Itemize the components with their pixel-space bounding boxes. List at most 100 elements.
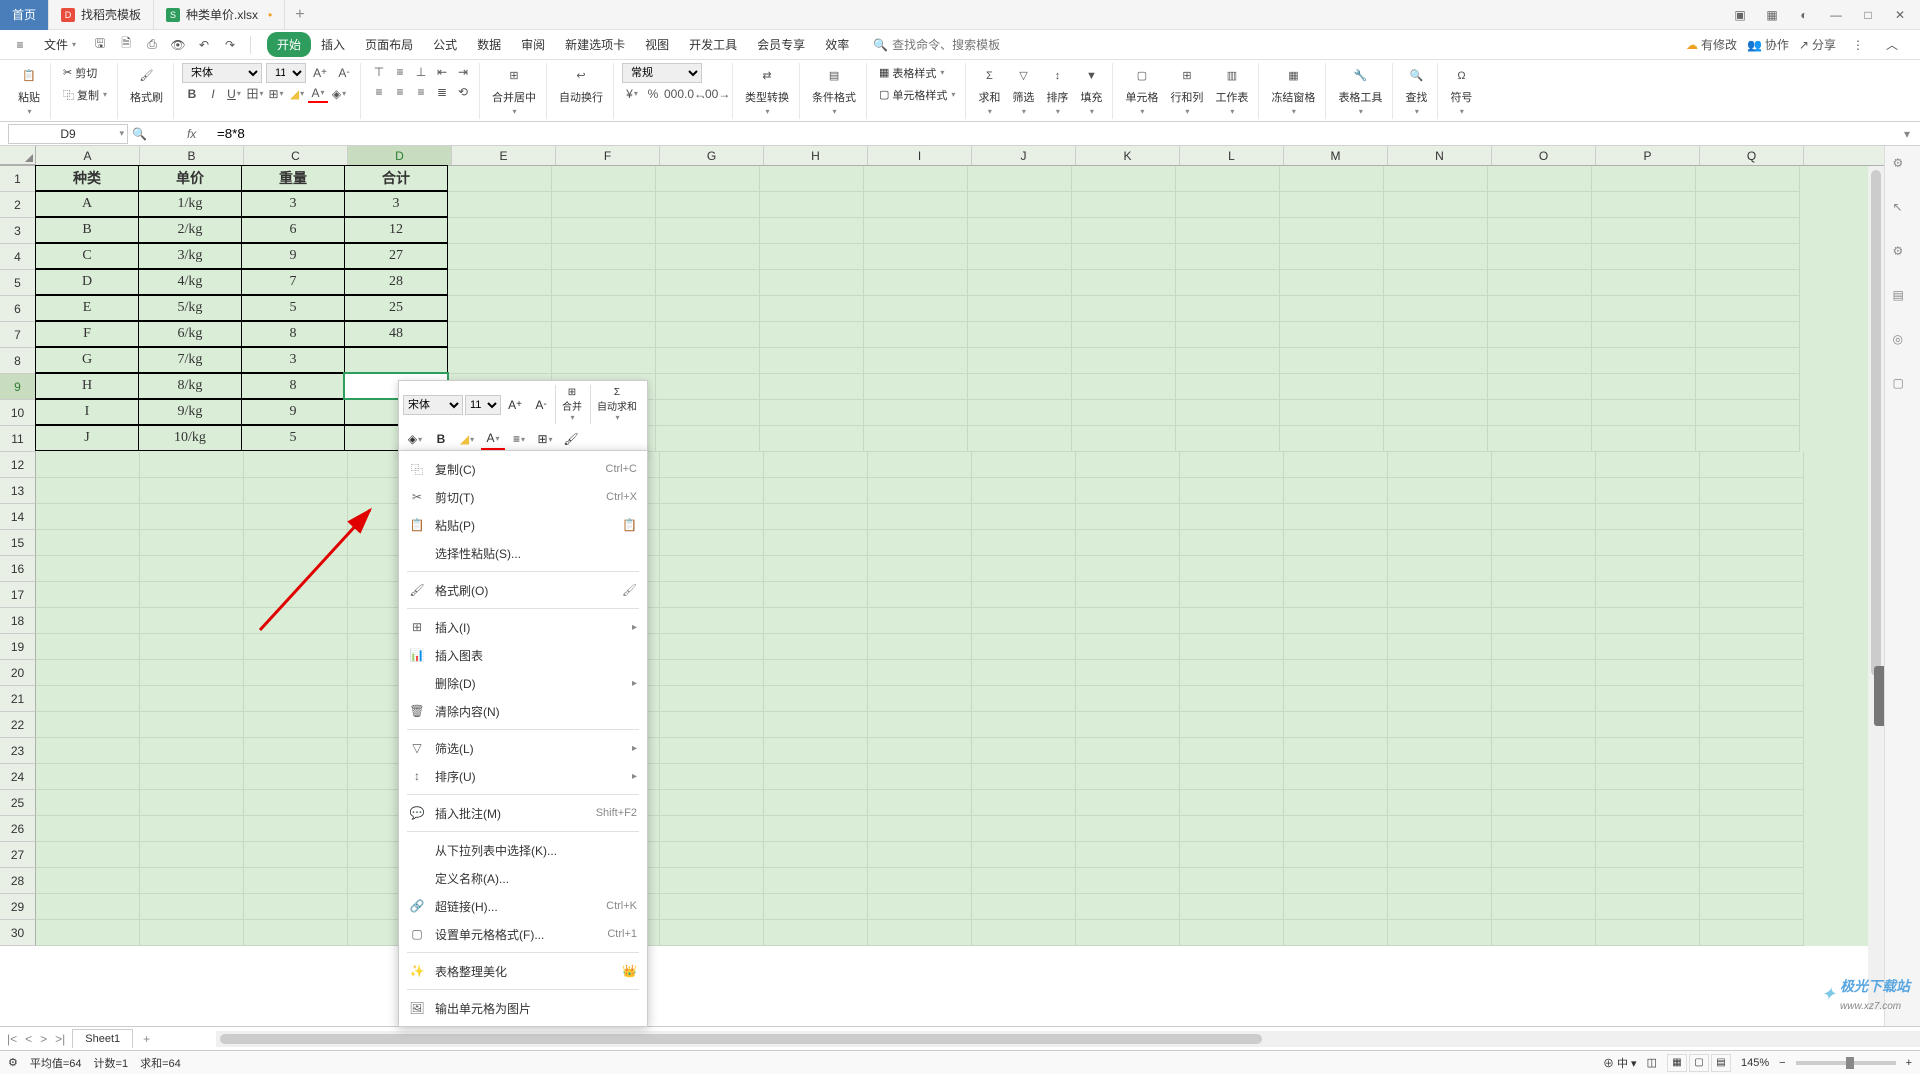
cell[interactable]	[244, 530, 348, 556]
cell[interactable]	[1488, 218, 1592, 244]
cell[interactable]	[1076, 608, 1180, 634]
vertical-scrollbar[interactable]	[1868, 166, 1884, 1010]
cell[interactable]: D	[35, 269, 139, 295]
cell[interactable]	[972, 842, 1076, 868]
cell[interactable]	[1596, 790, 1700, 816]
cell[interactable]	[552, 348, 656, 374]
cell[interactable]	[244, 686, 348, 712]
cell[interactable]	[760, 348, 864, 374]
comma-icon[interactable]: 000	[664, 85, 684, 103]
cells-area[interactable]: 种类单价重量合计A1/kg33B2/kg612C3/kg927D4/kg728E…	[36, 166, 1884, 946]
cell[interactable]	[864, 166, 968, 192]
filter-button[interactable]: ▽筛选▾	[1008, 63, 1038, 118]
cell[interactable]	[660, 894, 764, 920]
cell[interactable]	[1180, 452, 1284, 478]
mini-merge-button[interactable]: ⊞合并▾	[555, 385, 588, 424]
cell[interactable]	[660, 504, 764, 530]
cell[interactable]	[968, 348, 1072, 374]
cell[interactable]	[448, 244, 552, 270]
cell[interactable]	[244, 504, 348, 530]
cell[interactable]	[1592, 322, 1696, 348]
cell[interactable]	[660, 556, 764, 582]
cell[interactable]	[764, 712, 868, 738]
align-middle-icon[interactable]: ≡	[390, 63, 410, 81]
cell[interactable]	[36, 582, 140, 608]
row-header-28[interactable]: 28	[0, 868, 36, 894]
cell[interactable]: 种类	[35, 165, 139, 191]
cell[interactable]	[140, 816, 244, 842]
orientation-icon[interactable]: ⟲	[453, 83, 473, 101]
cell[interactable]	[1492, 582, 1596, 608]
cell[interactable]	[1492, 790, 1596, 816]
cell[interactable]: B	[35, 217, 139, 243]
cell[interactable]: 25	[344, 295, 448, 321]
location-icon[interactable]: ◎	[1893, 332, 1913, 352]
cell[interactable]	[1280, 322, 1384, 348]
cell[interactable]	[1180, 894, 1284, 920]
cell[interactable]	[1700, 894, 1804, 920]
view-normal-icon[interactable]: ▦	[1667, 1054, 1687, 1072]
cell[interactable]	[1076, 686, 1180, 712]
cell[interactable]	[656, 322, 760, 348]
cell[interactable]	[1180, 790, 1284, 816]
cell[interactable]	[1384, 400, 1488, 426]
sheet-prev-icon[interactable]: <	[22, 1032, 35, 1046]
cell[interactable]	[1492, 608, 1596, 634]
cell[interactable]	[764, 790, 868, 816]
cell[interactable]	[1180, 686, 1284, 712]
settings-icon[interactable]: ⚙	[1893, 244, 1913, 264]
cell[interactable]	[1076, 920, 1180, 946]
cell[interactable]	[868, 920, 972, 946]
font-name-select[interactable]: 宋体	[182, 63, 262, 83]
tab-dev-tools[interactable]: 开发工具	[679, 32, 747, 57]
cell[interactable]	[1700, 556, 1804, 582]
cell[interactable]	[1592, 426, 1696, 452]
mini-size-select[interactable]: 11	[465, 395, 501, 415]
cell[interactable]	[868, 816, 972, 842]
cut-button[interactable]: ✂剪切	[59, 63, 111, 83]
cell[interactable]	[1176, 426, 1280, 452]
cell[interactable]: 8	[241, 373, 345, 399]
cell[interactable]	[1388, 556, 1492, 582]
formula-input[interactable]	[207, 124, 1904, 144]
cell[interactable]	[1072, 322, 1176, 348]
cell[interactable]	[244, 920, 348, 946]
cell[interactable]	[868, 660, 972, 686]
row-header-13[interactable]: 13	[0, 478, 36, 504]
more-panel-icon[interactable]: ▢	[1893, 376, 1913, 396]
cell[interactable]	[1492, 894, 1596, 920]
cell[interactable]	[972, 634, 1076, 660]
zoom-in-button[interactable]: +	[1906, 1057, 1912, 1069]
cell[interactable]: 单价	[138, 165, 242, 191]
command-search[interactable]: 🔍	[873, 38, 1012, 52]
row-header-20[interactable]: 20	[0, 660, 36, 686]
cell[interactable]: J	[35, 425, 139, 451]
font-size-select[interactable]: 11	[266, 63, 306, 83]
cell[interactable]: 1/kg	[138, 191, 242, 217]
cell[interactable]	[972, 556, 1076, 582]
cell[interactable]	[764, 608, 868, 634]
tab-templates[interactable]: D 找稻壳模板	[49, 0, 154, 30]
cell[interactable]	[36, 504, 140, 530]
cell[interactable]	[1180, 504, 1284, 530]
layout-icon[interactable]: ▣	[1730, 5, 1750, 25]
cell[interactable]	[1492, 816, 1596, 842]
cell[interactable]	[1488, 426, 1592, 452]
row-header-19[interactable]: 19	[0, 634, 36, 660]
cell[interactable]	[1176, 270, 1280, 296]
cell[interactable]: 9/kg	[138, 399, 242, 425]
row-header-29[interactable]: 29	[0, 894, 36, 920]
cell[interactable]	[1072, 296, 1176, 322]
row-header-10[interactable]: 10	[0, 400, 36, 426]
search-input[interactable]	[892, 38, 1012, 52]
col-header-L[interactable]: L	[1180, 146, 1284, 165]
cell[interactable]	[244, 764, 348, 790]
sheet-first-icon[interactable]: |<	[4, 1032, 20, 1046]
cell[interactable]	[1596, 634, 1700, 660]
cell[interactable]	[36, 816, 140, 842]
cell[interactable]	[1176, 244, 1280, 270]
row-header-14[interactable]: 14	[0, 504, 36, 530]
cell[interactable]	[140, 608, 244, 634]
cell[interactable]	[1388, 478, 1492, 504]
cell[interactable]	[1284, 894, 1388, 920]
